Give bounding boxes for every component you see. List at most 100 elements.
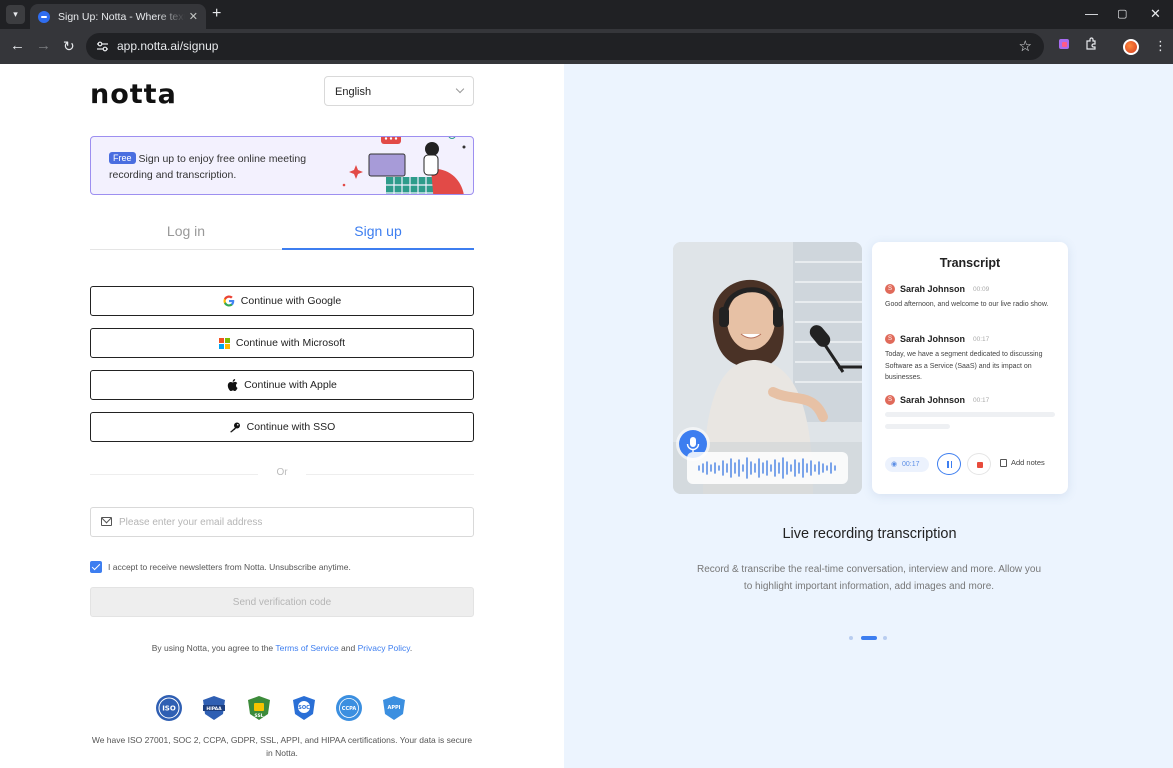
- extension-icon[interactable]: [1057, 37, 1071, 51]
- carousel-dot-2[interactable]: [861, 636, 877, 640]
- speaker-avatar: S: [885, 284, 895, 294]
- tab-search-icon[interactable]: ▾: [6, 5, 25, 24]
- chevron-down-icon: [455, 84, 465, 94]
- ssl-badge-label: SSL: [254, 713, 263, 719]
- transcript-placeholder-line: [885, 424, 950, 429]
- transcript-speaker: S Sarah Johnson 00:09: [885, 284, 989, 294]
- terms-of-service-link[interactable]: Terms of Service: [275, 643, 338, 653]
- promo-banner: Free Sign up to enjoy free online meeting…: [90, 136, 474, 195]
- or-text: Or: [276, 467, 288, 478]
- carousel-dot-1[interactable]: [849, 636, 853, 640]
- browser-menu-icon[interactable]: ⋮: [1154, 37, 1167, 55]
- privacy-policy-link[interactable]: Privacy Policy: [358, 643, 410, 653]
- banner-text: Free Sign up to enjoy free online meeting…: [109, 151, 334, 183]
- minimize-icon[interactable]: —: [1085, 6, 1098, 22]
- free-badge: Free: [109, 152, 136, 164]
- sso-button-label: Continue with SSO: [246, 421, 336, 433]
- site-info-icon[interactable]: [96, 40, 109, 53]
- language-select[interactable]: English: [324, 76, 474, 106]
- hipaa-badge-icon: HIPAA: [203, 696, 225, 720]
- url-text: app.notta.ai/signup: [117, 39, 219, 53]
- bookmark-star-icon[interactable]: ☆: [1019, 37, 1032, 55]
- address-bar[interactable]: app.notta.ai/signup ☆: [86, 33, 1044, 60]
- carousel-dot-3[interactable]: [883, 636, 887, 640]
- speaker-timestamp: 00:17: [973, 396, 990, 404]
- apple-icon: [227, 379, 238, 391]
- transcript-text: Today, we have a segment dedicated to di…: [885, 351, 1043, 381]
- speaker-name: Sarah Johnson: [900, 395, 966, 405]
- language-value: English: [335, 86, 372, 98]
- podcaster-photo: [673, 242, 862, 494]
- auth-tabs: Log in Sign up: [90, 214, 474, 250]
- transcript-speaker: S Sarah Johnson 00:17: [885, 395, 989, 405]
- forward-icon[interactable]: →: [36, 37, 51, 55]
- close-window-icon[interactable]: ✕: [1150, 6, 1161, 22]
- soc-badge-label: SOC: [298, 705, 310, 711]
- signup-panel: notta English Free Sign up to enjoy free …: [0, 64, 564, 768]
- continue-with-apple-button[interactable]: Continue with Apple: [90, 370, 474, 400]
- newsletter-consent[interactable]: I accept to receive newsletters from Not…: [90, 560, 351, 574]
- transcript-text: Good afternoon, and welcome to our live …: [885, 301, 1049, 308]
- appi-badge-label: APPI: [387, 705, 400, 711]
- send-verification-code-button[interactable]: Send verification code: [90, 587, 474, 617]
- continue-with-google-button[interactable]: Continue with Google: [90, 286, 474, 316]
- google-icon: [223, 295, 235, 307]
- note-icon: [1000, 458, 1007, 467]
- terms-and: and: [341, 643, 356, 653]
- certification-text: We have ISO 27001, SOC 2, CCPA, GDPR, SS…: [91, 735, 473, 758]
- transcript-placeholder-line: [885, 412, 1055, 417]
- key-icon: [229, 422, 241, 433]
- notta-logo: notta: [90, 79, 177, 110]
- tab-signup[interactable]: Sign up: [282, 214, 474, 250]
- transcript-speaker: S Sarah Johnson 00:17: [885, 334, 989, 344]
- banner-message: Sign up to enjoy free online meeting rec…: [109, 153, 307, 181]
- browser-toolbar: ← → ↻ app.notta.ai/signup ☆ ⋮: [0, 29, 1173, 64]
- transcript-title: Transcript: [939, 256, 1001, 270]
- terms-prefix: By using Notta, you agree to the: [151, 643, 274, 653]
- speaker-avatar: S: [885, 395, 895, 405]
- tab-title: Sign Up: Notta - Where text meets: [58, 10, 185, 23]
- feature-description: Record & transcribe the real-time conver…: [696, 564, 1042, 592]
- stop-button[interactable]: [967, 453, 991, 475]
- puzzle-icon[interactable]: [1084, 37, 1098, 51]
- mail-icon: [101, 517, 112, 526]
- ssl-badge-icon: SSL: [248, 696, 270, 720]
- tab-login[interactable]: Log in: [90, 214, 282, 250]
- profile-avatar[interactable]: [1123, 39, 1139, 55]
- appi-badge-icon: APPI: [383, 696, 405, 720]
- apple-button-label: Continue with Apple: [244, 379, 337, 391]
- newsletter-checkbox[interactable]: [90, 561, 102, 573]
- speaker-name: Sarah Johnson: [900, 284, 966, 294]
- email-input[interactable]: [119, 513, 459, 531]
- back-icon[interactable]: ←: [10, 37, 25, 55]
- recording-controls: 00:17 Add notes: [885, 453, 1060, 475]
- banner-illustration: [342, 137, 466, 194]
- speaker-name: Sarah Johnson: [900, 334, 966, 344]
- iso-badge-icon: ISO: [156, 695, 182, 721]
- google-button-label: Continue with Google: [240, 295, 342, 307]
- browser-tab[interactable]: Sign Up: Notta - Where text meets ✕: [30, 4, 206, 29]
- ccpa-badge-label: CCPA: [342, 706, 357, 712]
- iso-badge-label: ISO: [162, 705, 176, 713]
- feature-showcase: Transcript S Sarah Johnson 00:09 Good af…: [564, 64, 1173, 768]
- pause-button[interactable]: [937, 453, 961, 475]
- add-notes-button[interactable]: Add notes: [1000, 458, 1045, 467]
- browser-tab-bar: ▾ Sign Up: Notta - Where text meets ✕ + …: [0, 0, 1173, 29]
- tab-close-icon[interactable]: ✕: [189, 10, 198, 23]
- divider-line-right: [306, 474, 474, 475]
- feature-title: Live recording transcription: [782, 526, 957, 542]
- speaker-timestamp: 00:09: [973, 285, 990, 293]
- terms-notice: By using Notta, you agree to the Terms o…: [90, 643, 474, 653]
- speaker-avatar: S: [885, 334, 895, 344]
- terms-suffix: .: [409, 643, 413, 653]
- email-field[interactable]: [90, 507, 474, 537]
- continue-with-sso-button[interactable]: Continue with SSO: [90, 412, 474, 442]
- microsoft-button-label: Continue with Microsoft: [235, 337, 346, 349]
- new-tab-icon[interactable]: +: [212, 5, 221, 23]
- reload-icon[interactable]: ↻: [63, 37, 75, 55]
- transcript-card: Transcript S Sarah Johnson 00:09 Good af…: [872, 242, 1068, 494]
- continue-with-microsoft-button[interactable]: Continue with Microsoft: [90, 328, 474, 358]
- notta-favicon-icon: [38, 10, 50, 23]
- maximize-icon[interactable]: ▢: [1117, 6, 1127, 22]
- or-divider: Or: [90, 466, 474, 482]
